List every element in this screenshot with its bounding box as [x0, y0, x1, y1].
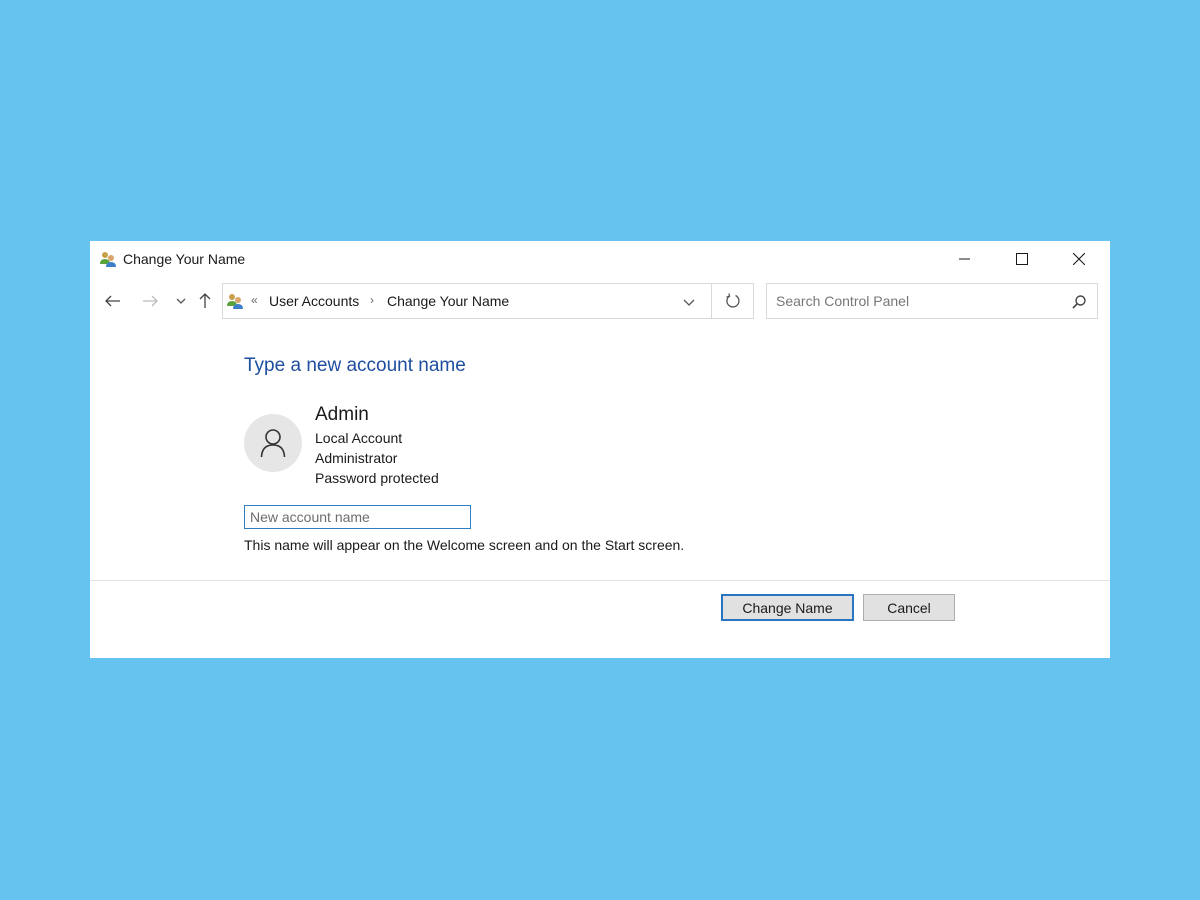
- close-icon: [1073, 253, 1085, 265]
- user-name: Admin: [315, 404, 369, 425]
- recent-locations-button[interactable]: [174, 291, 188, 311]
- name-hint-text: This name will appear on the Welcome scr…: [244, 537, 685, 553]
- breadcrumb-separator-icon[interactable]: ›: [370, 293, 374, 307]
- user-accounts-icon: [227, 294, 243, 309]
- address-dropdown-button[interactable]: [678, 292, 700, 312]
- search-box: [766, 283, 1098, 319]
- navigation-bar: « User Accounts › Change Your Name: [90, 283, 1110, 321]
- maximize-button[interactable]: [999, 241, 1045, 277]
- chevron-down-icon: [176, 298, 186, 304]
- account-type: Local Account: [315, 430, 403, 446]
- search-icon[interactable]: [1071, 294, 1087, 310]
- refresh-icon: [725, 293, 740, 308]
- minimize-icon: [959, 258, 970, 260]
- breadcrumb-overflow-button[interactable]: «: [251, 293, 258, 307]
- avatar: [244, 414, 302, 472]
- close-button[interactable]: [1056, 241, 1102, 277]
- search-input[interactable]: [767, 284, 1066, 318]
- up-arrow-icon: [199, 293, 211, 308]
- window-title: Change Your Name: [123, 251, 246, 267]
- user-accounts-icon: [100, 252, 116, 267]
- chevron-down-icon: [683, 299, 695, 306]
- password-status: Password protected: [315, 470, 439, 486]
- forward-button[interactable]: [140, 291, 160, 311]
- back-arrow-icon: [105, 295, 120, 307]
- minimize-button[interactable]: [942, 241, 988, 277]
- page-heading: Type a new account name: [244, 355, 466, 376]
- account-role: Administrator: [315, 450, 398, 466]
- up-button[interactable]: [196, 291, 214, 311]
- refresh-button[interactable]: [712, 283, 754, 319]
- cancel-button[interactable]: Cancel: [863, 594, 955, 621]
- user-icon: [260, 429, 286, 458]
- breadcrumb-change-your-name[interactable]: Change Your Name: [387, 293, 509, 309]
- footer-divider: [90, 580, 1110, 581]
- new-account-name-input[interactable]: [244, 505, 471, 529]
- title-bar: Change Your Name: [90, 241, 1110, 277]
- back-button[interactable]: [103, 291, 123, 311]
- address-bar[interactable]: « User Accounts › Change Your Name: [222, 283, 712, 319]
- change-your-name-window: Change Your Name « User Accounts › Chang…: [90, 241, 1110, 658]
- forward-arrow-icon: [143, 295, 158, 307]
- maximize-icon: [1016, 253, 1028, 265]
- breadcrumb-user-accounts[interactable]: User Accounts: [269, 293, 359, 309]
- change-name-button[interactable]: Change Name: [721, 594, 854, 621]
